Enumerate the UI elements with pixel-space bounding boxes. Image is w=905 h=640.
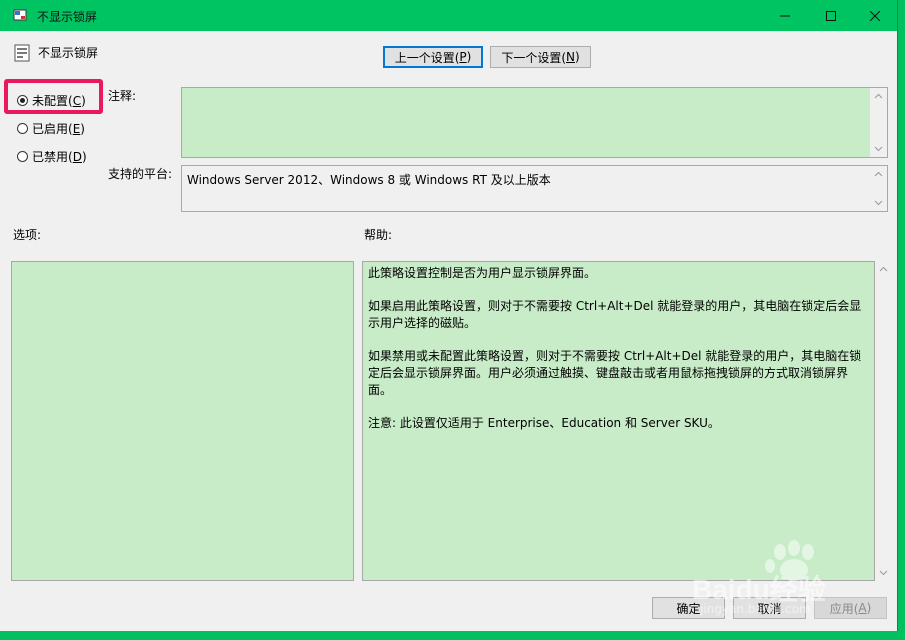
radio-label: 已启用( xyxy=(32,122,73,136)
help-label: 帮助: xyxy=(364,228,393,242)
previous-setting-label: 上一个设置( xyxy=(394,50,460,65)
next-setting-button[interactable]: 下一个设置(N) xyxy=(490,46,591,68)
minimize-button[interactable] xyxy=(762,0,807,31)
scroll-up-icon[interactable] xyxy=(874,170,883,179)
radio-label: 已禁用( xyxy=(32,150,73,164)
radio-label: 未配置( xyxy=(32,94,73,108)
previous-setting-button[interactable]: 上一个设置(P) xyxy=(383,46,483,68)
cancel-label: 取消 xyxy=(757,601,782,616)
ok-label: 确定 xyxy=(676,601,701,616)
scroll-up-icon[interactable] xyxy=(874,92,883,101)
options-label: 选项: xyxy=(13,228,42,242)
apply-button[interactable]: 应用(A) xyxy=(814,597,887,619)
radio-paren: ) xyxy=(81,150,87,164)
apply-label: 应用( xyxy=(829,601,859,616)
minimize-icon xyxy=(779,15,790,16)
window-title: 不显示锁屏 xyxy=(37,10,98,24)
platform-value: Windows Server 2012、Windows 8 或 Windows … xyxy=(187,173,551,187)
comment-label: 注释: xyxy=(108,89,137,103)
title-bar[interactable]: 不显示锁屏 xyxy=(0,0,897,31)
help-paragraph: 如果启用此策略设置，则对于不需要按 Ctrl+Alt+Del 就能登录的用户，其… xyxy=(368,299,862,330)
radio-paren: ) xyxy=(81,94,86,108)
help-panel: 此策略设置控制是否为用户显示锁屏界面。 如果启用此策略设置，则对于不需要按 Ct… xyxy=(362,261,875,581)
previous-setting-key: P xyxy=(459,50,467,64)
policy-setting-icon xyxy=(14,44,30,62)
previous-setting-paren: ) xyxy=(466,50,472,64)
help-paragraph: 此策略设置控制是否为用户显示锁屏界面。 xyxy=(368,266,597,280)
help-text: 此策略设置控制是否为用户显示锁屏界面。 如果启用此策略设置，则对于不需要按 Ct… xyxy=(368,265,868,448)
next-setting-paren: ) xyxy=(574,50,580,64)
apply-key: A xyxy=(858,601,867,615)
setting-title: 不显示锁屏 xyxy=(38,46,99,60)
policy-dialog: 不显示锁屏 不显示锁屏 上一个设置(P) 下一个设置(N) 未配置(C) 已启用… xyxy=(0,0,898,631)
radio-disabled[interactable]: 已禁用(D) xyxy=(17,148,87,165)
platform-scrollbar[interactable] xyxy=(870,166,887,211)
radio-key: C xyxy=(72,94,82,108)
ok-button[interactable]: 确定 xyxy=(652,597,725,619)
maximize-button[interactable] xyxy=(808,0,853,31)
scroll-down-icon[interactable] xyxy=(879,568,888,577)
close-button[interactable] xyxy=(852,0,897,31)
radio-key: D xyxy=(72,150,82,164)
radio-enabled[interactable]: 已启用(E) xyxy=(17,120,85,137)
radio-button[interactable] xyxy=(17,123,28,134)
maximize-icon xyxy=(825,10,836,21)
policy-editor-icon xyxy=(13,9,27,21)
next-setting-label: 下一个设置( xyxy=(501,50,566,65)
scroll-down-icon[interactable] xyxy=(874,144,883,153)
radio-button[interactable] xyxy=(17,151,28,162)
next-setting-key: N xyxy=(566,50,575,64)
scroll-down-icon[interactable] xyxy=(874,198,883,207)
scroll-up-icon[interactable] xyxy=(879,265,888,274)
close-icon xyxy=(869,10,880,21)
platform-label: 支持的平台: xyxy=(108,167,173,181)
radio-paren: ) xyxy=(80,122,85,136)
comment-scrollbar[interactable] xyxy=(870,88,887,157)
platform-field: Windows Server 2012、Windows 8 或 Windows … xyxy=(181,165,888,212)
apply-paren: ) xyxy=(866,601,872,615)
help-scrollbar[interactable] xyxy=(875,261,892,581)
radio-not-configured[interactable]: 未配置(C) xyxy=(17,92,86,109)
cancel-button[interactable]: 取消 xyxy=(733,597,806,619)
help-paragraph: 如果禁用或未配置此策略设置，则对于不需要按 Ctrl+Alt+Del 就能登录的… xyxy=(368,349,862,397)
options-panel xyxy=(11,261,354,581)
radio-button[interactable] xyxy=(17,95,28,106)
help-paragraph: 注意: 此设置仅适用于 Enterprise、Education 和 Serve… xyxy=(368,416,720,430)
comment-textarea[interactable] xyxy=(181,87,888,158)
